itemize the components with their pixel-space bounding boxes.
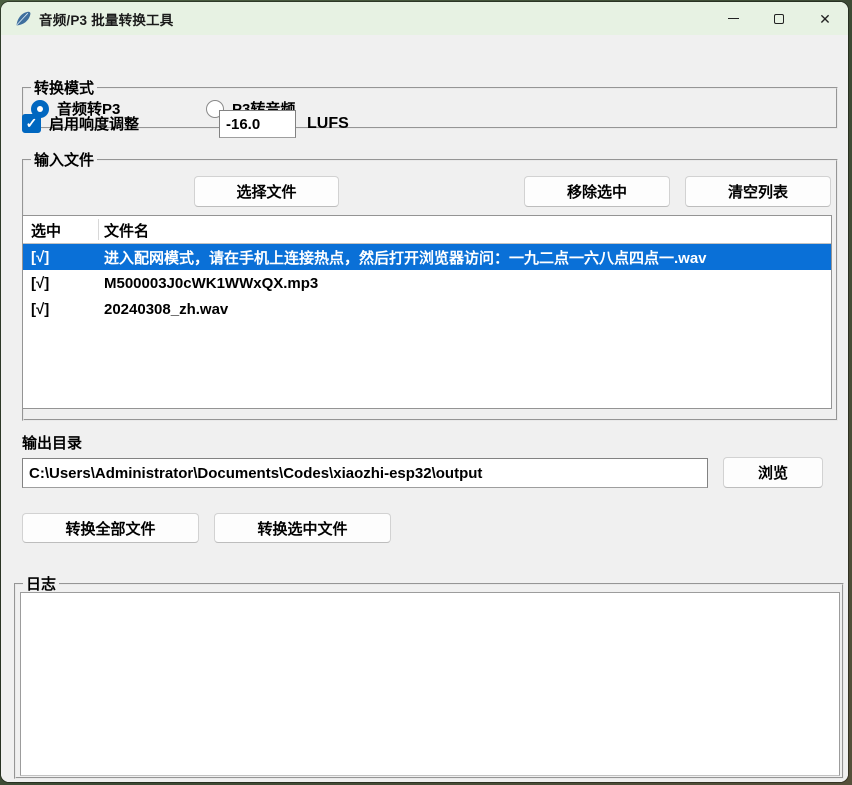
row-checked-cell: [√] xyxy=(31,275,49,292)
file-table[interactable]: 选中 文件名 [√] 进入配网模式，请在手机上连接热点，然后打开浏览器访问：一九… xyxy=(22,215,832,409)
row-checked-cell: [√] xyxy=(31,301,49,318)
lufs-input[interactable]: -16.0 xyxy=(219,110,296,138)
titlebar[interactable]: 音频/P3 批量转换工具 ✕ xyxy=(1,2,848,35)
close-button[interactable]: ✕ xyxy=(802,2,848,35)
lufs-unit-label: LUFS xyxy=(307,115,349,133)
tk-feather-icon xyxy=(14,10,31,27)
output-dir-input[interactable]: C:\Users\Administrator\Documents\Codes\x… xyxy=(22,458,708,488)
app-window: 音频/P3 批量转换工具 ✕ 转换模式 音频转P3 P3转音频 xyxy=(1,2,848,782)
output-dir-label: 输出目录 xyxy=(22,432,82,453)
file-table-header[interactable]: 选中 文件名 xyxy=(23,216,831,244)
row-checked-cell: [√] xyxy=(31,249,49,266)
checkbox-checked-icon: ✓ xyxy=(22,114,41,133)
convert-all-button[interactable]: 转换全部文件 xyxy=(22,513,199,543)
mode-group: 转换模式 音频转P3 P3转音频 xyxy=(22,87,838,129)
main-content: 转换模式 音频转P3 P3转音频 ✓ 启用响度调整 -16.0 LUFS 输入文… xyxy=(1,35,848,782)
minimize-button[interactable] xyxy=(710,2,756,35)
window-title: 音频/P3 批量转换工具 xyxy=(39,9,173,29)
log-group-label: 日志 xyxy=(23,573,59,594)
maximize-button[interactable] xyxy=(756,2,802,35)
log-group: 日志 xyxy=(14,583,844,779)
row-filename-cell: 20240308_zh.wav xyxy=(104,301,827,318)
close-icon: ✕ xyxy=(819,12,831,26)
minimize-icon xyxy=(728,18,739,19)
table-row[interactable]: [√] 20240308_zh.wav xyxy=(23,296,831,322)
window-controls: ✕ xyxy=(710,2,848,35)
browse-button[interactable]: 浏览 xyxy=(723,457,823,488)
maximize-icon xyxy=(774,14,784,24)
table-row[interactable]: [√] 进入配网模式，请在手机上连接热点，然后打开浏览器访问：一九二点一六八点四… xyxy=(23,244,831,270)
row-filename-cell: 进入配网模式，请在手机上连接热点，然后打开浏览器访问：一九二点一六八点四点一.w… xyxy=(104,247,827,268)
table-row[interactable]: [√] M500003J0cWK1WWxQX.mp3 xyxy=(23,270,831,296)
remove-selected-button[interactable]: 移除选中 xyxy=(524,176,670,207)
convert-selected-button[interactable]: 转换选中文件 xyxy=(214,513,391,543)
clear-list-button[interactable]: 清空列表 xyxy=(685,176,831,207)
header-divider[interactable] xyxy=(98,219,99,240)
header-filename[interactable]: 文件名 xyxy=(104,216,149,244)
row-filename-cell: M500003J0cWK1WWxQX.mp3 xyxy=(104,275,827,292)
mode-group-label: 转换模式 xyxy=(31,77,97,98)
log-textarea[interactable] xyxy=(20,592,840,776)
loudness-checkbox-label: 启用响度调整 xyxy=(49,113,139,134)
header-checked[interactable]: 选中 xyxy=(31,216,61,244)
input-files-group-label: 输入文件 xyxy=(31,149,97,170)
select-files-button[interactable]: 选择文件 xyxy=(194,176,339,207)
loudness-checkbox[interactable]: ✓ 启用响度调整 xyxy=(22,113,139,134)
